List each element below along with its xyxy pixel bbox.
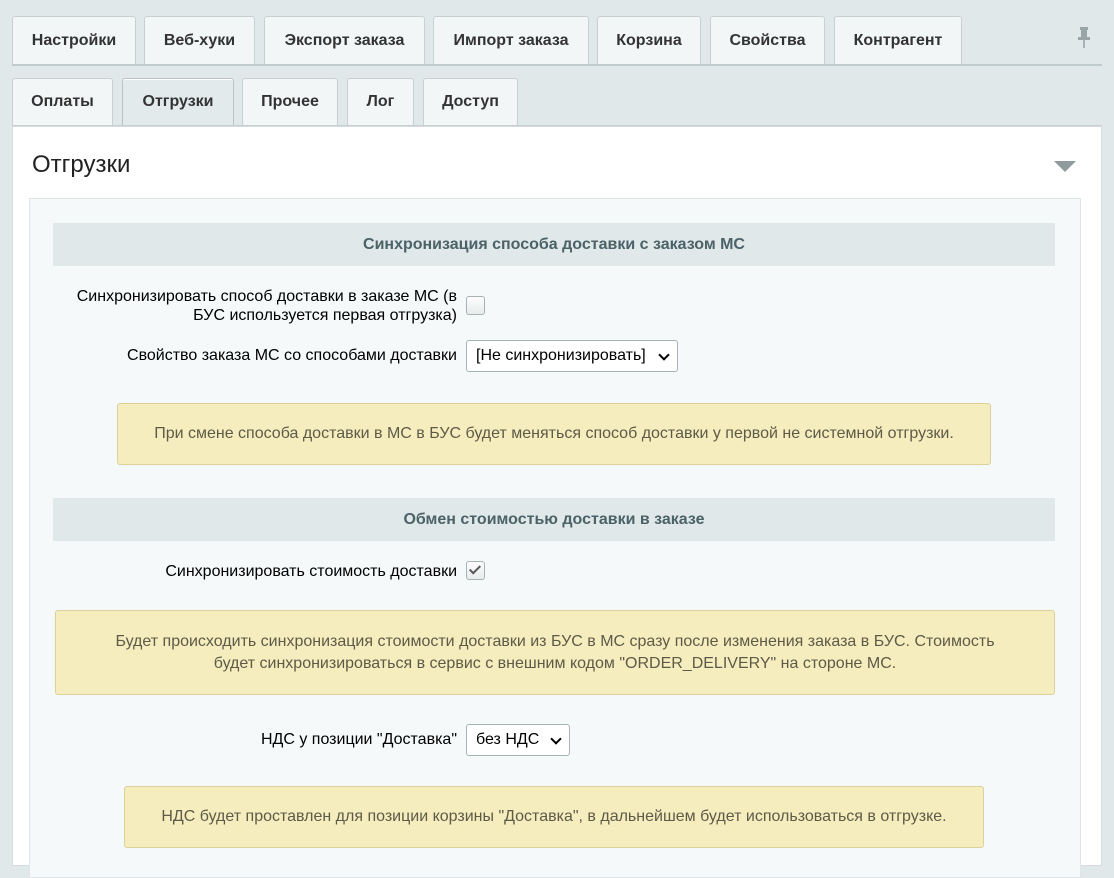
- panel-title: Отгрузки: [32, 151, 131, 178]
- tab-payments[interactable]: Оплаты: [12, 78, 113, 125]
- tab-basket[interactable]: Корзина: [597, 16, 701, 64]
- delivery-sync-note: При смене способа доставки в МС в БУС бу…: [117, 403, 991, 465]
- shipments-panel: Отгрузки Синхронизация способа доставки …: [12, 126, 1102, 878]
- chevron-down-icon: [658, 349, 670, 361]
- tab-order-export[interactable]: Экспорт заказа: [264, 16, 425, 64]
- sub-tabs: Оплаты Отгрузки Прочее Лог Доступ: [12, 78, 1102, 126]
- tab-log[interactable]: Лог: [347, 78, 414, 125]
- delivery-property-label: Свойство заказа МС со способами доставки: [127, 347, 457, 364]
- sync-delivery-label: Синхронизировать способ доставки в заказ…: [76, 288, 457, 324]
- delivery-cost-note: Будет происходить синхронизация стоимост…: [55, 610, 1055, 695]
- settings-form: Синхронизация способа доставки с заказом…: [29, 198, 1081, 878]
- vat-select[interactable]: без НДС: [466, 724, 570, 756]
- tab-order-import[interactable]: Импорт заказа: [433, 16, 589, 64]
- section-header-delivery-sync: Синхронизация способа доставки с заказом…: [53, 223, 1055, 266]
- vat-label: НДС у позиции "Доставка": [260, 731, 457, 748]
- checkmark-icon: [468, 562, 482, 575]
- tab-access[interactable]: Доступ: [423, 78, 518, 125]
- vat-note: НДС будет проставлен для позиции корзины…: [124, 786, 984, 848]
- sync-delivery-checkbox[interactable]: [466, 296, 485, 315]
- delivery-property-select[interactable]: [Не синхронизировать]: [466, 340, 678, 372]
- sync-cost-checkbox[interactable]: [466, 561, 485, 580]
- tab-settings[interactable]: Настройки: [12, 16, 136, 64]
- pin-icon[interactable]: [1076, 26, 1092, 48]
- tab-counterparty[interactable]: Контрагент: [834, 16, 962, 64]
- collapse-arrow-icon[interactable]: [1054, 161, 1076, 172]
- section-header-delivery-cost: Обмен стоимостью доставки в заказе: [53, 498, 1055, 541]
- tab-properties[interactable]: Свойства: [710, 16, 825, 64]
- tab-shipments[interactable]: Отгрузки: [122, 78, 234, 125]
- main-tabs: Настройки Веб-хуки Экспорт заказа Импорт…: [12, 16, 1102, 66]
- tab-other[interactable]: Прочее: [242, 78, 338, 125]
- chevron-down-icon: [550, 733, 562, 745]
- tab-webhooks[interactable]: Веб-хуки: [144, 16, 255, 64]
- sync-cost-label: Синхронизировать стоимость доставки: [165, 563, 457, 580]
